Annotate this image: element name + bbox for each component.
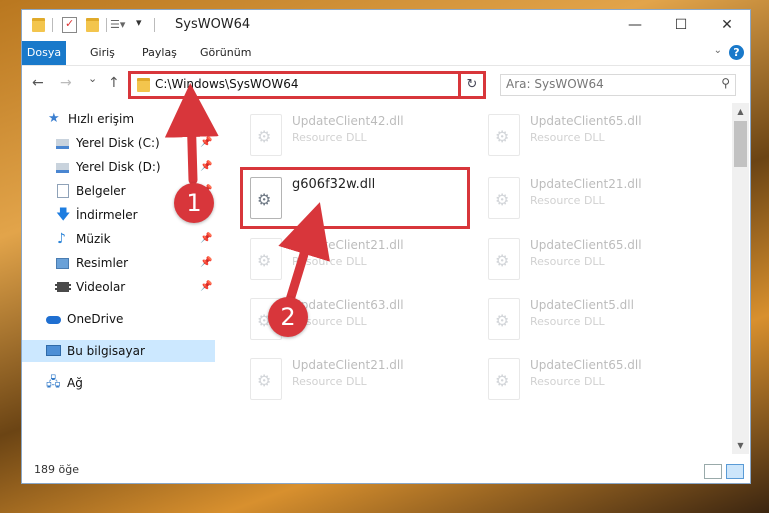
annotation-arrows xyxy=(164,83,330,305)
step-2-badge: 2 xyxy=(268,297,308,337)
arrow-to-address-bar xyxy=(164,83,219,185)
arrow-to-file xyxy=(278,202,330,305)
step-1-badge: 1 xyxy=(174,183,214,223)
